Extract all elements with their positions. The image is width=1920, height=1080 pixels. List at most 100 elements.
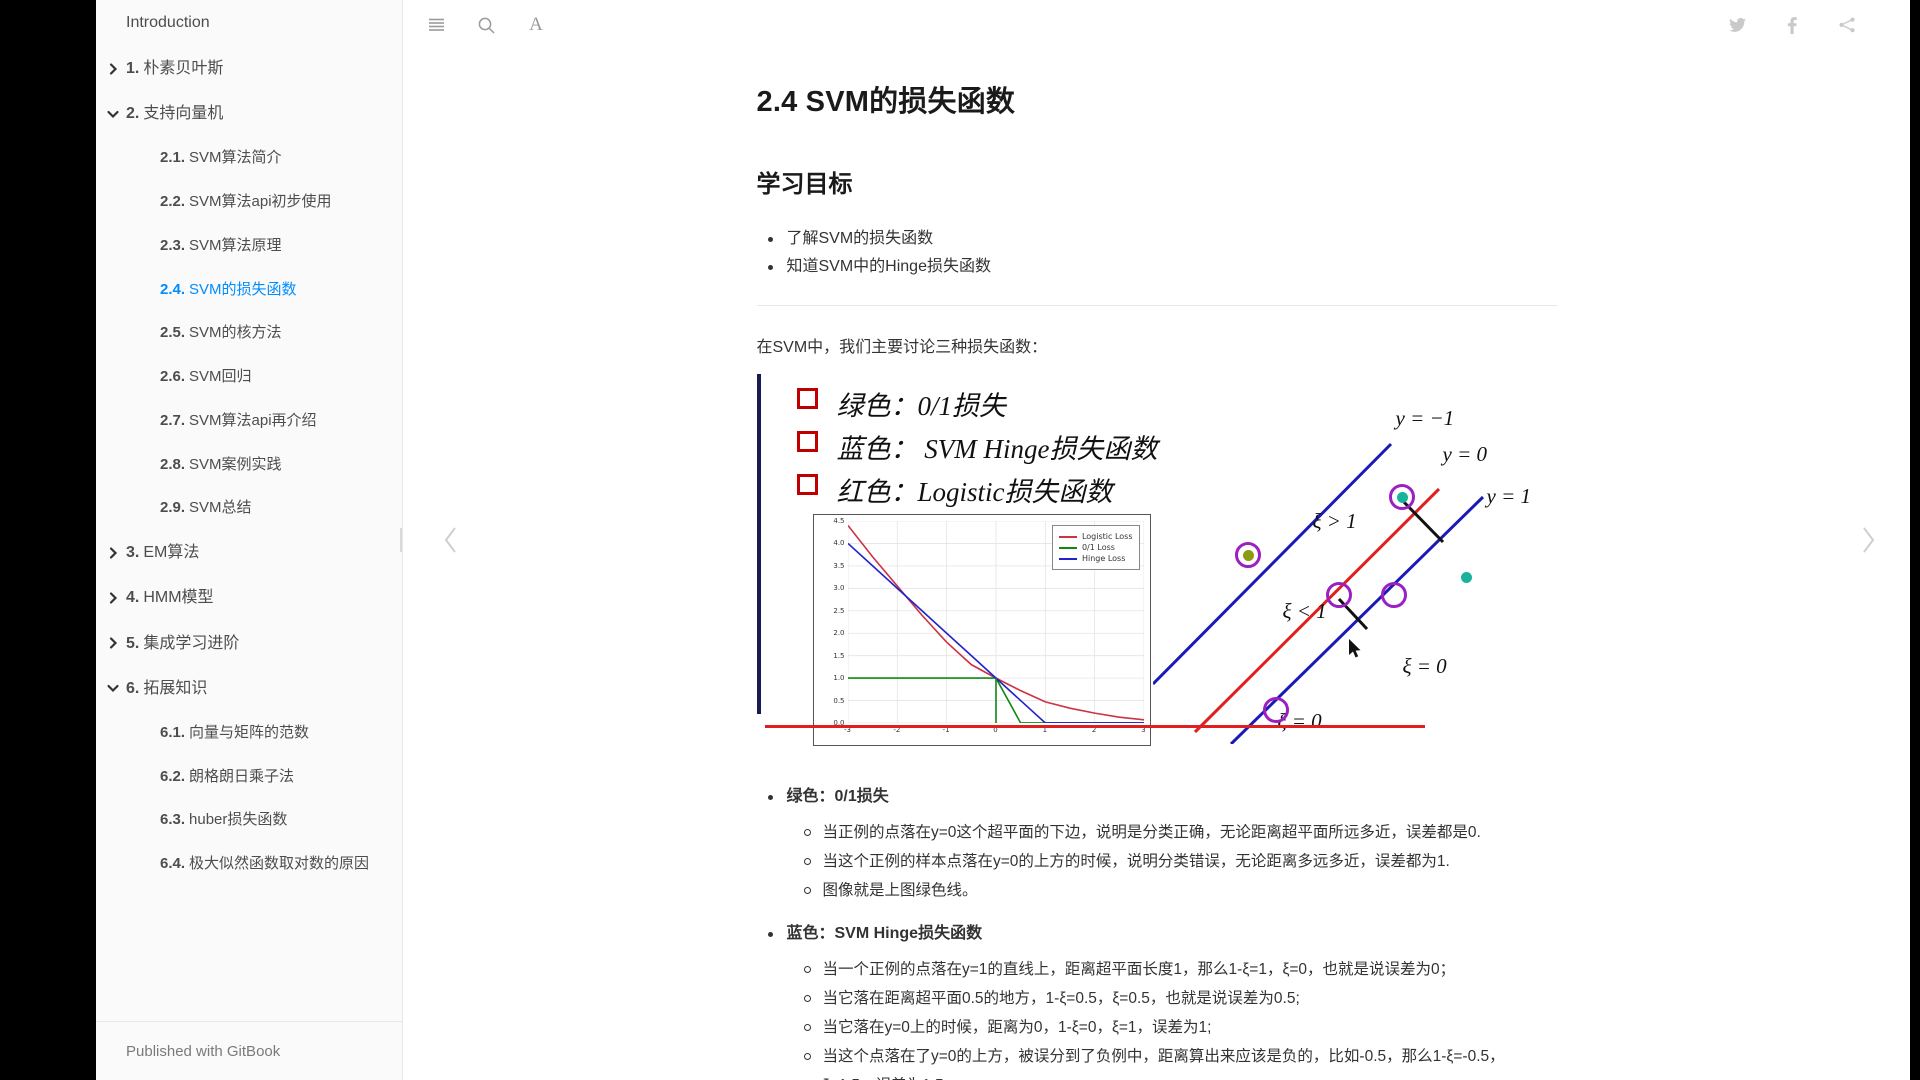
sidebar-item-5[interactable]: 5. 集成学习进阶 (96, 621, 402, 666)
page-scroll-area[interactable]: 2.4 SVM的损失函数 学习目标 了解SVM的损失函数 知道SVM中的Hinge… (403, 50, 1910, 1080)
sidebar-item-label: EM算法 (143, 544, 200, 562)
learning-goals-list: 了解SVM的损失函数 知道SVM中的Hinge损失函数 (757, 225, 1557, 281)
legend-label-zero-one: 0/1 Loss (1081, 543, 1115, 552)
label-y-0: y = 0 (1442, 442, 1488, 466)
sidebar-item-2[interactable]: 2. 支持向量机 (96, 91, 402, 136)
sidebar-item-number: 2.3. (160, 236, 186, 254)
sidebar-item-63[interactable]: 6.3. huber损失函数 (96, 798, 402, 842)
loss-comparison-plot: Logistic Loss 0/1 Loss Hinge Loss 0.0 0.… (812, 514, 1151, 746)
sidebar-item-1[interactable]: 1. 朴素贝叶斯 (96, 46, 402, 91)
explanation-group: 蓝色：SVM Hinge损失函数 (757, 919, 1557, 949)
sidebar-item-label: 向量与矩阵的范数 (189, 723, 310, 741)
figure-canvas: 绿色：0/1损失 蓝色： SVM Hinge损失函数 红色：Logistic损失… (761, 374, 1557, 756)
toolbar: A (403, 0, 1910, 50)
sidebar-footer-label: Published with GitBook (126, 1042, 281, 1060)
legend-label-logistic: Logistic Loss (1081, 532, 1133, 541)
sidebar-item-61[interactable]: 6.1. 向量与矩阵的范数 (96, 711, 402, 755)
legend-entry: Logistic Loss (1058, 532, 1133, 541)
label-xi-lt-1: ξ < 1 (1282, 599, 1327, 623)
menu-icon[interactable] (421, 10, 451, 40)
legend-entry: 0/1 Loss (1058, 543, 1133, 552)
sidebar-item-label: SVM算法简介 (189, 149, 282, 167)
data-point-olive (1242, 550, 1254, 561)
figure-caption-line-1: 绿色：0/1损失 (836, 391, 1007, 421)
data-point-teal (1396, 492, 1408, 503)
sidebar-item-number: 6.1. (160, 723, 186, 741)
page-content: 2.4 SVM的损失函数 学习目标 了解SVM的损失函数 知道SVM中的Hinge… (756, 50, 1557, 1080)
sidebar-item-25[interactable]: 2.5. SVM的核方法 (96, 311, 402, 355)
explanation-sections: 绿色：0/1损失 当正例的点落在y=0这个超平面的下边，说明是分类正确，无论距离超… (757, 782, 1557, 1080)
label-y-minus-1: y = −1 (1395, 406, 1455, 430)
label-xi-gt-1: ξ > 1 (1312, 509, 1357, 533)
sidebar-item-number: 6.3. (160, 811, 186, 829)
chevron-right-icon[interactable] (106, 636, 120, 650)
explanation-heading: 绿色：0/1损失 (757, 782, 1557, 812)
chevron-right-icon[interactable] (106, 62, 120, 76)
sidebar-item-number: 6.4. (160, 855, 186, 873)
explanation-item: 图像就是上图绿色线。 (757, 876, 1557, 905)
sidebar-item-24[interactable]: 2.4. SVM的损失函数 (96, 268, 402, 312)
sidebar-item-number: 2.2. (160, 193, 186, 211)
y-axis-tick-label: 1.5 (833, 651, 845, 660)
divider (756, 305, 1557, 306)
support-vector-ring (1380, 582, 1407, 608)
sidebar-item-28[interactable]: 2.8. SVM案例实践 (96, 443, 402, 487)
sidebar-item-label: SVM总结 (189, 499, 252, 517)
sidebar-item-label: 集成学习进阶 (143, 634, 240, 652)
sidebar-scroll-area[interactable]: Introduction 1. 朴素贝叶斯 2. 支持向量机 2.1. SVM算法简介 2.… (96, 0, 402, 1021)
sidebar-item-label: HMM模型 (143, 589, 214, 607)
sidebar-item-27[interactable]: 2.7. SVM算法api再介绍 (96, 399, 402, 443)
sidebar-nav-list: 1. 朴素贝叶斯 2. 支持向量机 2.1. SVM算法简介 2.2. SVM算法api初步使… (96, 46, 402, 886)
sidebar-item-number: 2. (126, 105, 140, 123)
sidebar-footer[interactable]: Published with GitBook (96, 1021, 402, 1080)
chevron-right-icon[interactable] (106, 591, 120, 605)
twitter-icon[interactable] (1722, 10, 1752, 40)
explanation-item: 当一个正例的点落在y=1的直线上，距离超平面长度1，那么1-ξ=1，ξ=0，也就… (757, 955, 1557, 984)
page-title: 2.4 SVM的损失函数 (756, 86, 1016, 118)
intro-paragraph: 在SVM中，我们主要讨论三种损失函数： (756, 339, 1048, 356)
mouse-cursor-icon (1348, 639, 1360, 658)
toolbar-right-group (1722, 10, 1910, 40)
facebook-icon[interactable] (1777, 10, 1807, 40)
sidebar-item-label: SVM的核方法 (189, 324, 282, 342)
share-icon[interactable] (1832, 10, 1862, 40)
y-axis-tick-label: 0.5 (833, 696, 845, 705)
explanation-item: 当它落在距离超平面0.5的地方，1-ξ=0.5，ξ=0.5，也就是说误差为0.5… (757, 984, 1557, 1013)
sidebar-item-number: 6. (126, 679, 140, 697)
section-heading-goals: 学习目标 (756, 171, 853, 198)
sidebar-item-label: 朴素贝叶斯 (143, 60, 224, 77)
sidebar-toc: Introduction 1. 朴素贝叶斯 2. 支持向量机 2.1. SVM算法简介 2.… (96, 0, 403, 1080)
checkbox-square-blue (796, 431, 818, 452)
sidebar-item-introduction[interactable]: Introduction (96, 0, 402, 46)
sidebar-item-label: 支持向量机 (143, 105, 224, 123)
sidebar-item-26[interactable]: 2.6. SVM回归 (96, 355, 402, 399)
sidebar-item-4[interactable]: 4. HMM模型 (96, 575, 402, 620)
search-icon[interactable] (471, 10, 501, 40)
learning-goal-item: 了解SVM的损失函数 (757, 225, 1557, 253)
sidebar-item-label: 朗格朗日乘子法 (189, 767, 295, 785)
chevron-right-icon[interactable] (106, 546, 120, 560)
explanation-sublist: 当正例的点落在y=0这个超平面的下边，说明是分类正确，无论距离超平面所远多近，误… (757, 818, 1557, 905)
sidebar-item-label: 拓展知识 (143, 679, 208, 697)
sidebar-item-3[interactable]: 3. EM算法 (96, 530, 402, 575)
sidebar-item-23[interactable]: 2.3. SVM算法原理 (96, 224, 402, 268)
explanation-item: 当这个正例的样本点落在y=0的上方的时候，说明分类错误，无论距离多远多近，误差都… (757, 847, 1557, 876)
y-axis-tick-label: 4.0 (833, 539, 845, 548)
sidebar-item-22[interactable]: 2.2. SVM算法api初步使用 (96, 180, 402, 224)
y-axis-tick-label: 3.5 (833, 561, 845, 570)
sidebar-item-62[interactable]: 6.2. 朗格朗日乘子法 (96, 755, 402, 799)
sidebar-item-6[interactable]: 6. 拓展知识 (96, 666, 402, 711)
sidebar-intro-label: Introduction (126, 14, 210, 31)
sidebar-item-number: 2.1. (160, 149, 186, 167)
sidebar-item-21[interactable]: 2.1. SVM算法简介 (96, 136, 402, 180)
explanation-item: 当正例的点落在y=0这个超平面的下边，说明是分类正确，无论距离超平面所远多近，误… (757, 818, 1557, 847)
chevron-down-icon[interactable] (106, 681, 120, 695)
font-size-icon[interactable]: A (521, 10, 551, 40)
sidebar-item-label: SVM的损失函数 (189, 280, 297, 298)
chevron-down-icon[interactable] (106, 107, 120, 121)
y-axis-tick-label: 4.5 (833, 517, 845, 525)
sidebar-item-29[interactable]: 2.9. SVM总结 (96, 486, 402, 530)
sidebar-item-64[interactable]: 6.4. 极大似然函数取对数的原因 (96, 842, 402, 886)
y-axis-tick-label: 3.0 (833, 584, 845, 593)
legend-label-hinge: Hinge Loss (1081, 554, 1126, 563)
